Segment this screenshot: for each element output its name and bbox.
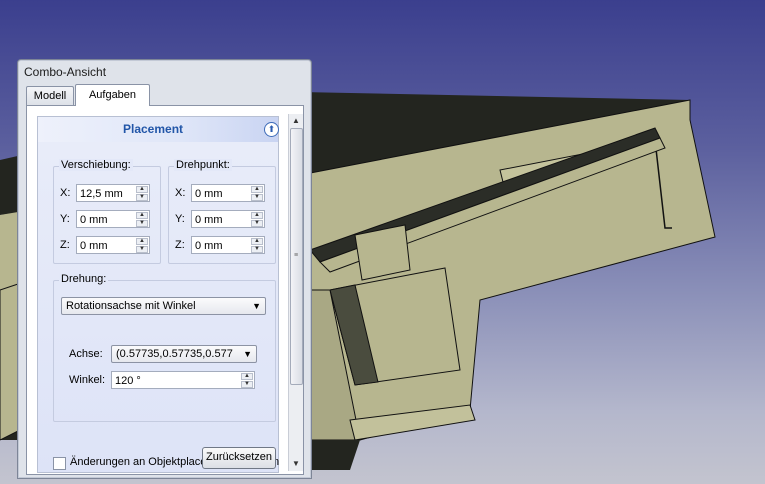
tasks-pane: Placement ⬆ Verschiebung: X: 12,5 mm ▲▼ (26, 105, 304, 475)
translation-group: Verschiebung: X: 12,5 mm ▲▼ Y: 0 mm ▲▼ (53, 159, 161, 264)
incremental-checkbox[interactable] (53, 457, 66, 470)
dock-title: Combo-Ansicht (24, 65, 107, 79)
tab-aufgaben[interactable]: Aufgaben (75, 84, 150, 106)
placement-task-box: Placement ⬆ Verschiebung: X: 12,5 mm ▲▼ (37, 116, 279, 473)
translation-y-input[interactable]: 0 mm ▲ ▼ (76, 210, 150, 228)
angle-value: 120 ° (115, 375, 141, 387)
pivot-z-spinner[interactable]: ▲ ▼ (251, 238, 263, 253)
spin-down-icon[interactable]: ▼ (136, 246, 148, 253)
collapse-icon[interactable]: ⬆ (264, 122, 279, 137)
grip-icon: ≡ (294, 252, 299, 259)
translation-y-label: Y: (60, 213, 70, 225)
rotation-label: Drehung: (59, 273, 109, 285)
reset-button[interactable]: Zurücksetzen (202, 447, 276, 469)
rotation-mode-select[interactable]: Rotationsachse mit Winkel ▼ (61, 297, 266, 315)
spin-up-icon[interactable]: ▲ (136, 238, 148, 245)
combo-view-dock: Combo-Ansicht Modell Aufgaben Placement … (17, 59, 312, 479)
spin-up-icon[interactable]: ▲ (251, 238, 263, 245)
pivot-x-spinner[interactable]: ▲ ▼ (251, 186, 263, 201)
pivot-y-value: 0 mm (195, 214, 223, 226)
pivot-y-input[interactable]: 0 mm ▲ ▼ (191, 210, 265, 228)
translation-z-spinner[interactable]: ▲ ▼ (136, 238, 148, 253)
spin-up-icon[interactable]: ▲ (136, 212, 148, 219)
translation-y-value: 0 mm (80, 214, 108, 226)
angle-spinner[interactable]: ▲ ▼ (241, 373, 253, 388)
scroll-down-icon[interactable]: ▼ (290, 458, 302, 470)
pivot-y-spinner[interactable]: ▲ ▼ (251, 212, 263, 227)
translation-x-label: X: (60, 187, 71, 199)
chevron-down-icon: ▼ (252, 301, 261, 311)
pivot-x-input[interactable]: 0 mm ▲ ▼ (191, 184, 265, 202)
spin-down-icon[interactable]: ▼ (241, 381, 253, 388)
tab-modell[interactable]: Modell (26, 86, 74, 105)
translation-x-input[interactable]: 12,5 mm ▲ ▼ (76, 184, 150, 202)
placement-header: Placement ⬆ (38, 117, 279, 142)
translation-z-label: Z: (60, 239, 70, 251)
pivot-x-label: X: (175, 187, 186, 199)
spin-down-icon[interactable]: ▼ (136, 194, 148, 201)
spin-down-icon[interactable]: ▼ (251, 220, 263, 227)
rotation-mode-value: Rotationsachse mit Winkel (66, 300, 196, 312)
translation-x-spinner[interactable]: ▲ ▼ (136, 186, 148, 201)
pivot-y-label: Y: (175, 213, 185, 225)
translation-x-value: 12,5 mm (80, 188, 123, 200)
translation-label: Verschiebung: (59, 159, 133, 171)
pivot-z-input[interactable]: 0 mm ▲ ▼ (191, 236, 265, 254)
spin-up-icon[interactable]: ▲ (251, 186, 263, 193)
pivot-label: Drehpunkt: (174, 159, 232, 171)
pivot-z-value: 0 mm (195, 240, 223, 252)
spin-up-icon[interactable]: ▲ (136, 186, 148, 193)
chevron-down-icon: ▼ (243, 349, 252, 359)
translation-z-value: 0 mm (80, 240, 108, 252)
spin-down-icon[interactable]: ▼ (136, 220, 148, 227)
spin-up-icon[interactable]: ▲ (251, 212, 263, 219)
translation-y-spinner[interactable]: ▲ ▼ (136, 212, 148, 227)
tasks-scrollbar[interactable]: ▲ ≡ ▼ (288, 114, 303, 471)
scroll-up-icon[interactable]: ▲ (290, 115, 302, 127)
placement-body: Verschiebung: X: 12,5 mm ▲▼ Y: 0 mm ▲▼ (38, 142, 279, 472)
spin-down-icon[interactable]: ▼ (251, 246, 263, 253)
pivot-x-value: 0 mm (195, 188, 223, 200)
translation-z-input[interactable]: 0 mm ▲ ▼ (76, 236, 150, 254)
angle-label: Winkel: (69, 374, 106, 386)
axis-label: Achse: (69, 348, 103, 360)
pivot-z-label: Z: (175, 239, 185, 251)
axis-select[interactable]: (0.57735,0.57735,0.577 ▼ (111, 345, 257, 363)
scroll-thumb[interactable]: ≡ (290, 128, 303, 385)
spin-up-icon[interactable]: ▲ (241, 373, 253, 380)
axis-value: (0.57735,0.57735,0.577 (116, 348, 233, 360)
placement-title: Placement (122, 122, 184, 136)
spin-down-icon[interactable]: ▼ (251, 194, 263, 201)
pivot-group: Drehpunkt: X: 0 mm ▲ ▼ Y: 0 mm ▲ ▼ Z: 0 … (168, 159, 276, 264)
angle-input[interactable]: 120 ° ▲ ▼ (111, 371, 255, 389)
rotation-group: Drehung: Rotationsachse mit Winkel ▼ Ach… (53, 273, 276, 422)
